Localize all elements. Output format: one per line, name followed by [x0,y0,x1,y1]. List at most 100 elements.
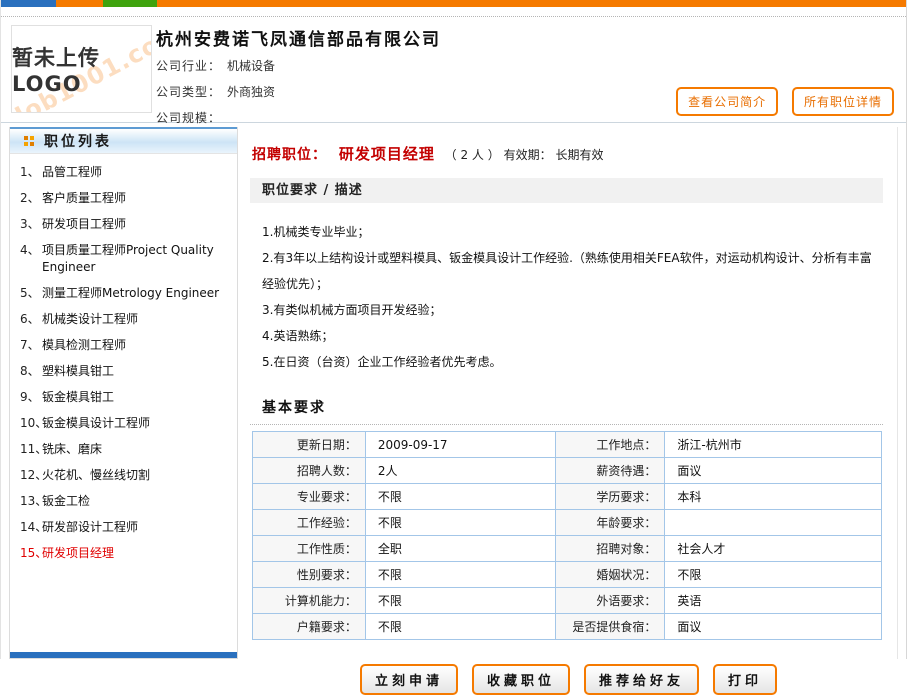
job-list: 1、品管工程师 2、客户质量工程师 3、研发项目工程师 4、项目质量工程师Projec… [10,154,237,652]
requirement-label: 外语要求： [555,588,665,614]
company-header: Job1001.com 暂未上传LOGO 杭州安费诺飞凤通信部品有限公司 公司行… [1,17,906,122]
requirement-value: 不限 [365,614,555,640]
job-list-item-label: 测量工程师Metrology Engineer [42,285,229,302]
job-list-item[interactable]: 14、研发部设计工程师 [16,519,229,536]
table-row: 更新日期：2009-09-17工作地点：浙江-杭州市 [253,432,882,458]
table-row: 工作经验：不限年龄要求： [253,510,882,536]
job-list-item[interactable]: 13、钣金工检 [16,493,229,510]
job-list-item[interactable]: 9、钣金模具钳工 [16,389,229,406]
job-list-item-label: 品管工程师 [42,164,229,181]
basic-requirements-title: 基本要求 [262,397,883,417]
company-info: 公司行业：机械设备 公司类型：外商独资 公司规模： [156,57,275,135]
job-list-item[interactable]: 15、研发项目经理 [16,545,229,562]
all-positions-button[interactable]: 所有职位详情 [792,87,894,116]
job-headcount: （ 2 人 ） [445,148,500,162]
squares-icon [24,136,34,146]
job-description-line: 3.有类似机械方面项目开发经验； [262,297,877,323]
job-list-item-number: 13、 [16,493,42,510]
job-list-item-number: 11、 [16,441,42,458]
requirement-label: 专业要求： [253,484,366,510]
requirement-label: 婚姻状况： [555,562,665,588]
requirement-label: 性别要求： [253,562,366,588]
job-list-item-number: 4、 [16,242,42,276]
job-list-item-label: 模具检测工程师 [42,337,229,354]
requirement-label: 工作性质： [253,536,366,562]
brand-strip-orange-2 [157,0,906,7]
job-position-label: 招聘职位： [252,147,327,163]
job-list-item-number: 5、 [16,285,42,302]
company-industry-value: 机械设备 [227,59,275,73]
job-list-item-number: 14、 [16,519,42,536]
job-list-item[interactable]: 3、研发项目工程师 [16,216,229,233]
requirement-label: 招聘对象： [555,536,665,562]
job-list-item-label: 火花机、慢丝线切割 [42,467,229,484]
job-list-item-label: 钣金工检 [42,493,229,510]
job-list-item-label: 研发部设计工程师 [42,519,229,536]
requirement-value: 社会人才 [665,536,882,562]
recommend-to-friend-button[interactable]: 推荐给好友 [584,664,699,695]
requirement-label: 薪资待遇： [555,458,665,484]
job-list-item-label: 铣床、磨床 [42,441,229,458]
table-row: 户籍要求：不限是否提供食宿：面议 [253,614,882,640]
job-description-line: 2.有3年以上结构设计或塑料模具、钣金模具设计工作经验.（熟练使用相关FEA软件… [262,245,877,297]
requirement-label: 招聘人数： [253,458,366,484]
content-columns: 职位列表 1、品管工程师 2、客户质量工程师 3、研发项目工程师 4、项目质量工程师P… [1,123,906,659]
brand-strip [1,0,906,7]
view-company-profile-button[interactable]: 查看公司简介 [676,87,778,116]
job-list-item-number: 6、 [16,311,42,328]
job-list-item-label: 项目质量工程师Project Quality Engineer [42,242,229,276]
requirement-label: 更新日期： [253,432,366,458]
table-row: 计算机能力：不限外语要求：英语 [253,588,882,614]
job-list-item[interactable]: 11、铣床、磨床 [16,441,229,458]
requirement-value: 全职 [365,536,555,562]
logo-placeholder-text: 暂未上传LOGO [12,42,151,96]
job-list-item[interactable]: 1、品管工程师 [16,164,229,181]
job-list-item-label: 钣金模具钳工 [42,389,229,406]
company-type-label: 公司类型： [156,85,221,99]
requirement-label: 工作经验： [253,510,366,536]
job-list-item-label: 钣金模具设计工程师 [42,415,229,432]
requirement-label: 计算机能力： [253,588,366,614]
job-list-item[interactable]: 2、客户质量工程师 [16,190,229,207]
requirement-value: 不限 [365,562,555,588]
requirement-value: 不限 [365,484,555,510]
job-list-item[interactable]: 4、项目质量工程师Project Quality Engineer [16,242,229,276]
requirement-value [665,510,882,536]
company-size-row: 公司规模： [156,109,275,126]
job-description-section-title: 职位要求 / 描述 [250,178,883,203]
job-description-line: 1.机械类专业毕业； [262,219,877,245]
table-row: 性别要求：不限婚姻状况：不限 [253,562,882,588]
job-list-item[interactable]: 5、测量工程师Metrology Engineer [16,285,229,302]
requirements-table: 更新日期：2009-09-17工作地点：浙江-杭州市招聘人数：2人薪资待遇：面议… [252,431,882,640]
job-list-item[interactable]: 6、机械类设计工程师 [16,311,229,328]
job-list-item-number: 2、 [16,190,42,207]
company-logo-placeholder: Job1001.com 暂未上传LOGO [11,25,152,113]
requirement-label: 年龄要求： [555,510,665,536]
requirement-label: 户籍要求： [253,614,366,640]
job-list-item-label: 机械类设计工程师 [42,311,229,328]
table-row: 专业要求：不限学历要求：本科 [253,484,882,510]
job-detail-pane: 招聘职位： 研发项目经理 （ 2 人 ） 有效期： 长期有效 职位要求 / 描述… [238,127,898,659]
apply-now-button[interactable]: 立刻申请 [360,664,458,695]
save-job-button[interactable]: 收藏职位 [472,664,570,695]
validity-label: 有效期： [504,148,552,162]
job-list-item[interactable]: 10、钣金模具设计工程师 [16,415,229,432]
header-buttons: 查看公司简介 所有职位详情 [666,87,894,116]
company-size-label: 公司规模： [156,111,221,125]
requirement-value: 2009-09-17 [365,432,555,458]
job-list-sidebar: 职位列表 1、品管工程师 2、客户质量工程师 3、研发项目工程师 4、项目质量工程师P… [9,127,238,659]
print-button[interactable]: 打印 [713,664,777,695]
requirement-value: 英语 [665,588,882,614]
company-industry-row: 公司行业：机械设备 [156,57,275,74]
brand-strip-green [103,0,157,7]
requirement-value: 不限 [665,562,882,588]
job-list-item[interactable]: 7、模具检测工程师 [16,337,229,354]
job-list-item-label: 研发项目工程师 [42,216,229,233]
job-list-item[interactable]: 8、塑料模具钳工 [16,363,229,380]
job-list-title: 职位列表 [44,131,112,151]
job-title: 研发项目经理 [339,145,435,163]
requirement-value: 不限 [365,588,555,614]
job-list-item-label: 客户质量工程师 [42,190,229,207]
job-list-item[interactable]: 12、火花机、慢丝线切割 [16,467,229,484]
table-row: 工作性质：全职招聘对象：社会人才 [253,536,882,562]
